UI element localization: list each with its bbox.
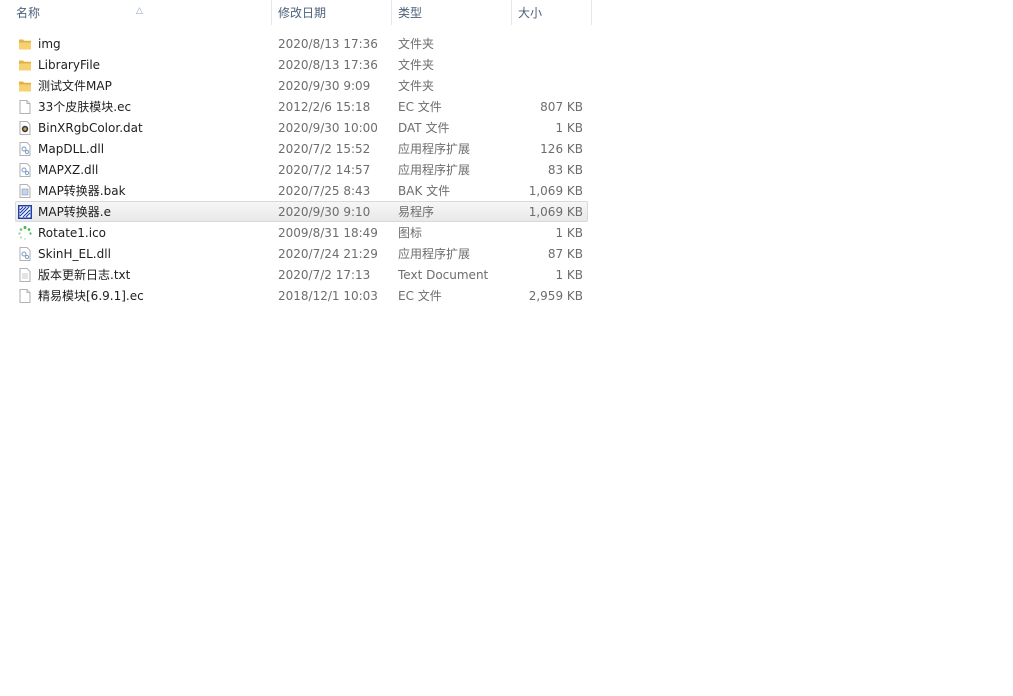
file-date: 2020/9/30 10:00 — [278, 121, 378, 135]
file-type: BAK 文件 — [398, 184, 451, 198]
file-size: 1,069 KB — [528, 184, 583, 198]
file-type: 文件夹 — [398, 79, 435, 93]
file-type: 文件夹 — [398, 58, 435, 72]
file-name: MAP转换器.bak — [38, 184, 126, 198]
file-date: 2020/8/13 17:36 — [278, 37, 378, 51]
file-row[interactable]: Rotate1.ico 2009/8/31 18:49 图标 1 KB — [15, 222, 588, 243]
file-size: 87 KB — [547, 247, 583, 261]
file-date: 2020/7/24 21:29 — [278, 247, 378, 261]
folder-icon — [17, 78, 33, 94]
file-size: 126 KB — [540, 142, 583, 156]
file-size: 1 KB — [555, 268, 583, 282]
file-name: 测试文件MAP — [38, 79, 112, 93]
file-icon — [17, 99, 33, 115]
file-size: 1 KB — [555, 226, 583, 240]
file-name: 版本更新日志.txt — [38, 268, 131, 282]
file-date: 2018/12/1 10:03 — [278, 289, 378, 303]
file-name: MAP转换器.e — [38, 205, 111, 219]
file-date: 2020/8/13 17:36 — [278, 58, 378, 72]
dll-file-icon — [17, 246, 33, 262]
file-row[interactable]: MAPXZ.dll 2020/7/2 14:57 应用程序扩展 83 KB — [15, 159, 588, 180]
file-row[interactable]: MapDLL.dll 2020/7/2 15:52 应用程序扩展 126 KB — [15, 138, 588, 159]
dll-file-icon — [17, 141, 33, 157]
ico-file-icon — [17, 225, 33, 241]
column-header: 名称 △ 修改日期 类型 大小 — [0, 0, 592, 25]
file-date: 2020/7/25 8:43 — [278, 184, 371, 198]
file-row[interactable]: MAP转换器.bak 2020/7/25 8:43 BAK 文件 1,069 KB — [15, 180, 588, 201]
file-type: Text Document — [398, 268, 489, 282]
file-row[interactable]: 版本更新日志.txt 2020/7/2 17:13 Text Document 1 K… — [15, 264, 588, 285]
file-size: 807 KB — [540, 100, 583, 114]
file-name: img — [38, 37, 61, 51]
file-type: 应用程序扩展 — [398, 247, 471, 261]
column-size-header[interactable]: 大小 — [512, 0, 592, 25]
column-type-label: 类型 — [398, 6, 423, 20]
file-name: BinXRgbColor.dat — [38, 121, 143, 135]
text-file-icon — [17, 267, 33, 283]
file-name: MAPXZ.dll — [38, 163, 99, 177]
file-name: 33个皮肤模块.ec — [38, 100, 132, 114]
column-name-label: 名称 — [16, 6, 41, 20]
file-name: LibraryFile — [38, 58, 101, 72]
dll-file-icon — [17, 162, 33, 178]
folder-icon — [17, 36, 33, 52]
file-row[interactable]: LibraryFile 2020/8/13 17:36 文件夹 — [15, 54, 588, 75]
file-date: 2009/8/31 18:49 — [278, 226, 378, 240]
file-row[interactable]: 33个皮肤模块.ec 2012/2/6 15:18 EC 文件 807 KB — [15, 96, 588, 117]
e-program-icon — [17, 204, 33, 220]
file-row[interactable]: MAP转换器.e 2020/9/30 9:10 易程序 1,069 KB — [15, 201, 588, 222]
file-name: MapDLL.dll — [38, 142, 105, 156]
file-type: 图标 — [398, 226, 423, 240]
file-type: 文件夹 — [398, 37, 435, 51]
file-type: 应用程序扩展 — [398, 163, 471, 177]
column-name-header[interactable]: 名称 △ — [0, 0, 272, 25]
file-row[interactable]: BinXRgbColor.dat 2020/9/30 10:00 DAT 文件 1 K… — [15, 117, 588, 138]
file-row[interactable]: 测试文件MAP 2020/9/30 9:09 文件夹 — [15, 75, 588, 96]
file-date: 2020/9/30 9:10 — [278, 205, 371, 219]
file-row[interactable]: 精易模块[6.9.1].ec 2018/12/1 10:03 EC 文件 2,959 … — [15, 285, 588, 306]
file-name: SkinH_EL.dll — [38, 247, 111, 261]
file-size: 1 KB — [555, 121, 583, 135]
file-type: EC 文件 — [398, 289, 442, 303]
file-date: 2020/7/2 14:57 — [278, 163, 371, 177]
file-size: 1,069 KB — [528, 205, 583, 219]
column-size-label: 大小 — [518, 6, 543, 20]
file-name: Rotate1.ico — [38, 226, 107, 240]
file-size: 83 KB — [547, 163, 583, 177]
file-size: 2,959 KB — [528, 289, 583, 303]
folder-icon — [17, 57, 33, 73]
file-type: EC 文件 — [398, 100, 442, 114]
column-date-label: 修改日期 — [278, 6, 327, 20]
file-date: 2020/7/2 15:52 — [278, 142, 371, 156]
bak-file-icon — [17, 183, 33, 199]
file-date: 2012/2/6 15:18 — [278, 100, 371, 114]
file-type: DAT 文件 — [398, 121, 450, 135]
file-type: 易程序 — [398, 205, 435, 219]
file-icon — [17, 288, 33, 304]
file-row[interactable]: img 2020/8/13 17:36 文件夹 — [15, 33, 588, 54]
file-date: 2020/9/30 9:09 — [278, 79, 371, 93]
column-date-header[interactable]: 修改日期 — [272, 0, 392, 25]
sort-ascending-icon: △ — [136, 6, 143, 16]
file-row[interactable]: SkinH_EL.dll 2020/7/24 21:29 应用程序扩展 87 KB — [15, 243, 588, 264]
column-type-header[interactable]: 类型 — [392, 0, 512, 25]
file-name: 精易模块[6.9.1].ec — [38, 289, 144, 303]
file-date: 2020/7/2 17:13 — [278, 268, 371, 282]
column-divider[interactable] — [591, 0, 592, 25]
file-type: 应用程序扩展 — [398, 142, 471, 156]
dat-file-icon — [17, 120, 33, 136]
